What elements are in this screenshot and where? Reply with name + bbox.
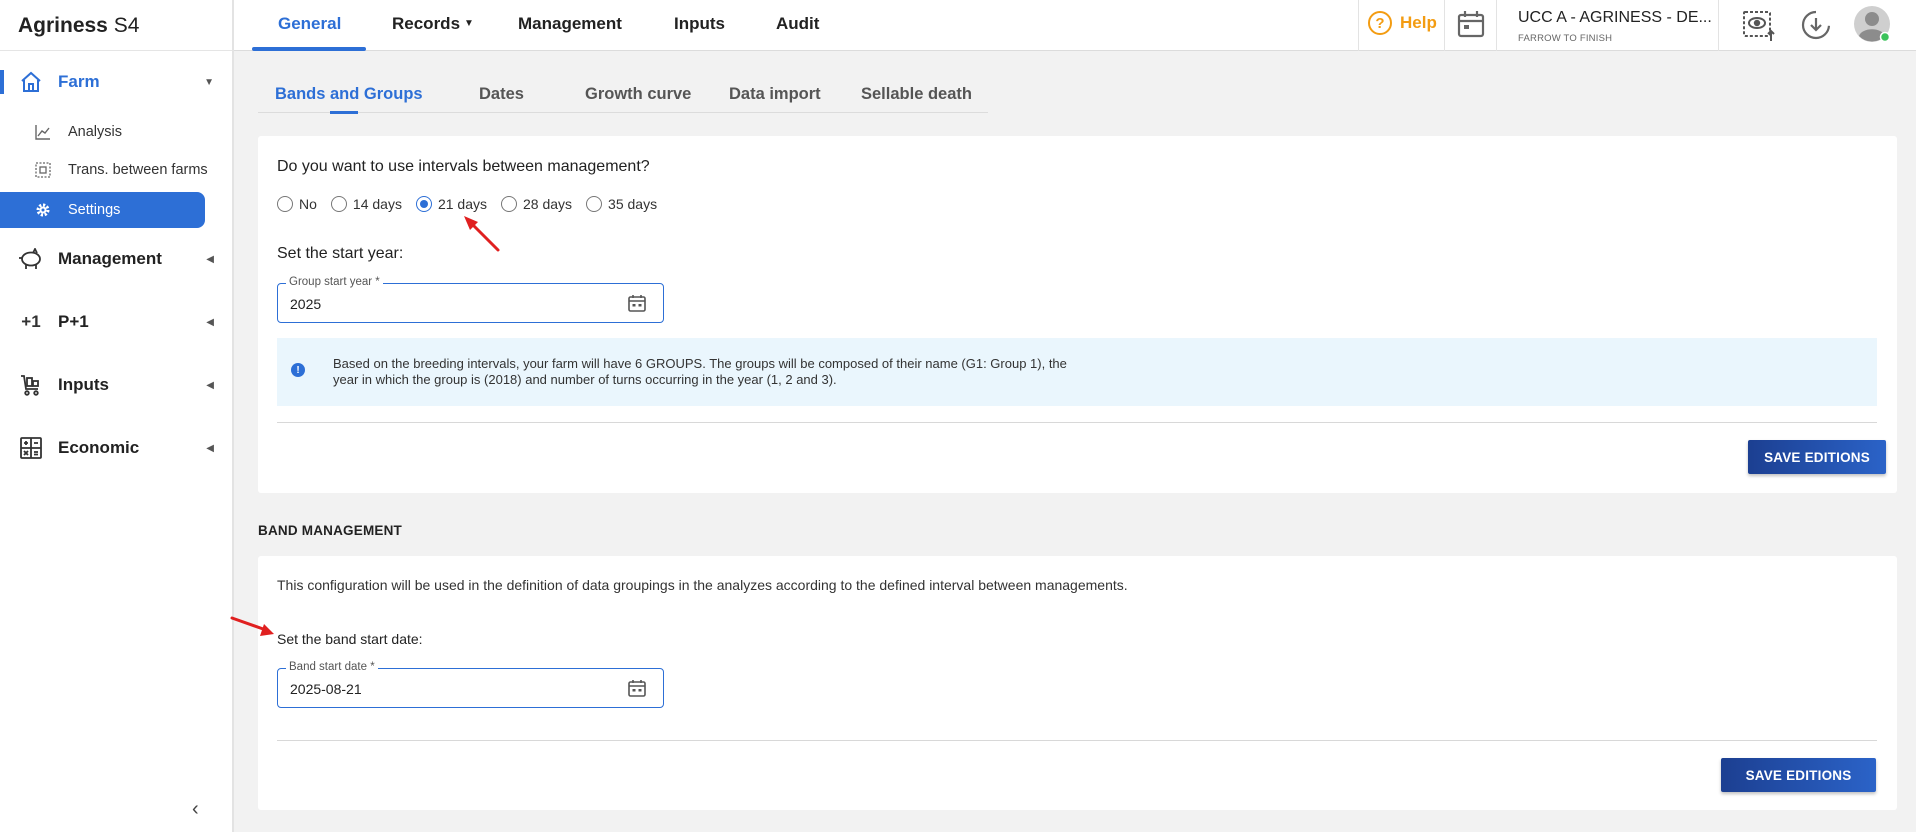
sidebar-item-label: Analysis bbox=[68, 124, 122, 140]
sidebar-item-label: Settings bbox=[68, 202, 121, 218]
help-button[interactable]: ? Help bbox=[1368, 11, 1437, 35]
field-label: Group start year * bbox=[286, 276, 383, 288]
band-management-title: BAND MANAGEMENT bbox=[258, 523, 402, 538]
collapse-sidebar-icon[interactable]: ‹ bbox=[192, 798, 199, 821]
download-icon[interactable] bbox=[1800, 9, 1832, 46]
help-icon: ? bbox=[1368, 11, 1392, 35]
info-icon: ! bbox=[291, 363, 305, 377]
calculator-icon bbox=[18, 435, 44, 461]
tab-general[interactable]: General bbox=[278, 14, 341, 34]
save-editions-button[interactable]: SAVE EDITIONS bbox=[1721, 758, 1876, 792]
radio-14-days[interactable]: 14 days bbox=[330, 196, 402, 212]
sidebar-item-transfer[interactable]: Trans. between farms bbox=[0, 152, 232, 188]
subtab-growth-curve[interactable]: Growth curve bbox=[585, 85, 691, 104]
tab-active-underline bbox=[252, 47, 366, 51]
sidebar-section-label: Management bbox=[58, 249, 162, 268]
transfer-icon bbox=[34, 161, 52, 179]
field-value[interactable]: 2025 bbox=[290, 296, 321, 312]
brand-logo[interactable]: Agriness S4 bbox=[18, 14, 139, 38]
intervals-question: Do you want to use intervals between man… bbox=[277, 158, 650, 175]
group-start-year-field[interactable]: Group start year * 2025 bbox=[277, 276, 664, 323]
divider bbox=[277, 740, 1877, 741]
caret-left-icon: ◀ bbox=[206, 442, 214, 454]
caret-down-icon: ▼ bbox=[204, 76, 214, 88]
divider bbox=[1444, 0, 1445, 51]
calendar-icon[interactable] bbox=[627, 293, 647, 318]
tab-inputs[interactable]: Inputs bbox=[674, 14, 725, 34]
sidebar-section-label: Farm bbox=[58, 72, 100, 91]
tab-management[interactable]: Management bbox=[518, 14, 622, 34]
divider bbox=[1496, 0, 1497, 51]
sidebar-item-settings[interactable]: Settings bbox=[0, 192, 205, 228]
tab-audit[interactable]: Audit bbox=[776, 14, 819, 34]
farm-type: FARROW TO FINISH bbox=[1518, 33, 1613, 44]
info-banner: ! Based on the breeding intervals, your … bbox=[277, 338, 1877, 406]
sidebar-section-p1[interactable]: +1 P+1 ◀ bbox=[0, 302, 232, 342]
screen-share-icon[interactable] bbox=[1742, 9, 1776, 48]
chart-line-icon bbox=[34, 123, 52, 141]
house-icon bbox=[18, 69, 44, 95]
gear-icon bbox=[34, 201, 52, 219]
divider bbox=[0, 50, 232, 51]
top-navigation: General Records ▼ Management Inputs Audit… bbox=[234, 0, 1916, 51]
sidebar-section-label: P+1 bbox=[58, 312, 89, 331]
sidebar-section-inputs[interactable]: Inputs ◀ bbox=[0, 365, 232, 405]
subtab-bands-groups[interactable]: Bands and Groups bbox=[275, 85, 423, 104]
calendar-icon[interactable] bbox=[1456, 9, 1486, 44]
start-year-label: Set the start year: bbox=[277, 245, 404, 262]
radio-circle[interactable] bbox=[501, 196, 517, 212]
sidebar-item-label: Trans. between farms bbox=[68, 162, 208, 178]
save-editions-button[interactable]: SAVE EDITIONS bbox=[1748, 440, 1886, 474]
caret-left-icon: ◀ bbox=[206, 316, 214, 328]
caret-left-icon: ◀ bbox=[206, 379, 214, 391]
pig-icon bbox=[18, 246, 44, 272]
avatar[interactable] bbox=[1852, 4, 1892, 49]
radio-no[interactable]: No bbox=[277, 196, 317, 212]
divider bbox=[1358, 0, 1359, 51]
radio-circle[interactable] bbox=[586, 196, 603, 212]
cart-icon bbox=[18, 372, 44, 398]
plus-one-icon: +1 bbox=[21, 312, 41, 331]
radio-35-days[interactable]: 35 days bbox=[586, 196, 657, 212]
subtab-dates[interactable]: Dates bbox=[479, 85, 524, 104]
band-start-label: Set the band start date: bbox=[277, 631, 423, 647]
field-value[interactable]: 2025-08-21 bbox=[290, 681, 362, 697]
field-label: Band start date * bbox=[286, 661, 378, 673]
info-text: Based on the breeding intervals, your fa… bbox=[333, 356, 1067, 387]
divider bbox=[277, 422, 1877, 423]
band-start-date-field[interactable]: Band start date * 2025-08-21 bbox=[277, 661, 664, 708]
subtab-active-underline bbox=[330, 111, 358, 114]
band-description: This configuration will be used in the d… bbox=[277, 577, 1128, 593]
divider bbox=[258, 112, 988, 113]
radio-28-days[interactable]: 28 days bbox=[501, 196, 572, 212]
radio-circle[interactable] bbox=[330, 196, 347, 212]
caret-down-icon: ▼ bbox=[464, 18, 474, 29]
tab-records[interactable]: Records ▼ bbox=[392, 14, 474, 34]
sidebar-section-label: Economic bbox=[58, 438, 140, 457]
caret-left-icon: ◀ bbox=[206, 253, 214, 265]
subtab-sellable-death[interactable]: Sellable death bbox=[861, 85, 972, 104]
interval-radio-group: No 14 days 21 days 28 days 35 days bbox=[277, 196, 671, 212]
sidebar-section-label: Inputs bbox=[58, 375, 109, 394]
calendar-icon[interactable] bbox=[627, 678, 647, 703]
sidebar-item-analysis[interactable]: Analysis bbox=[0, 114, 232, 150]
sidebar-section-economic[interactable]: Economic ◀ bbox=[0, 428, 232, 468]
sidebar-section-management[interactable]: Management ◀ bbox=[0, 239, 232, 279]
divider bbox=[1718, 0, 1719, 51]
radio-circle-selected[interactable] bbox=[415, 196, 432, 212]
help-label: Help bbox=[1400, 13, 1437, 32]
radio-circle[interactable] bbox=[277, 196, 293, 212]
farm-selector[interactable]: UCC A - AGRINESS - DE... bbox=[1518, 9, 1712, 27]
sidebar: Agriness S4 Farm ▼ Analysis Trans. betwe… bbox=[0, 0, 234, 832]
radio-21-days[interactable]: 21 days bbox=[415, 196, 487, 212]
sidebar-section-farm[interactable]: Farm ▼ bbox=[0, 62, 232, 102]
subtab-data-import[interactable]: Data import bbox=[729, 85, 821, 104]
